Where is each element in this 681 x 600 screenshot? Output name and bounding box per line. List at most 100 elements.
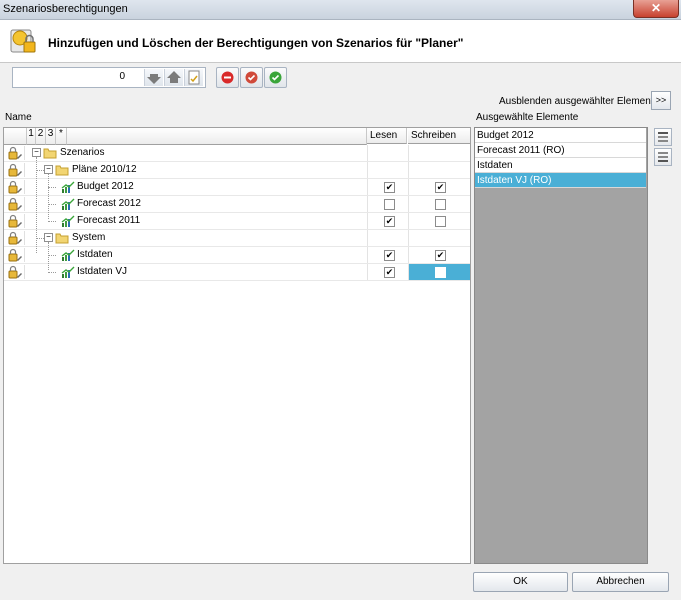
tree-row[interactable]: Istdaten ✔ ✔ — [4, 247, 470, 264]
write-cell[interactable] — [408, 145, 470, 161]
cancel-button[interactable]: Abbrechen — [572, 572, 669, 592]
tree-item-label: Forecast 2011 — [77, 215, 141, 226]
move-item-up-button[interactable] — [654, 128, 672, 146]
level-spinner[interactable]: 0 — [12, 67, 206, 88]
selected-element-item[interactable]: Budget 2012 — [475, 128, 646, 143]
selected-element-item[interactable]: Forecast 2011 (RO) — [475, 143, 646, 158]
lock-edit-icon[interactable] — [6, 248, 25, 262]
hide-selected-label: Ausblenden ausgewählter Elemente — [499, 96, 660, 107]
write-checkbox[interactable]: ✔ — [435, 182, 446, 193]
read-cell[interactable]: ✔ — [367, 264, 408, 280]
write-cell[interactable]: ✔ — [408, 179, 470, 195]
read-checkbox[interactable]: ✔ — [384, 250, 395, 261]
collapse-toggle[interactable]: − — [32, 148, 41, 157]
apply-button[interactable] — [264, 67, 287, 88]
write-checkbox[interactable]: ✔ — [435, 250, 446, 261]
read-cell[interactable] — [367, 145, 408, 161]
tree-row[interactable]: − System — [4, 230, 470, 247]
folder-icon — [55, 165, 69, 176]
lock-edit-icon[interactable] — [6, 146, 25, 160]
document-icon — [188, 70, 200, 85]
read-column-header[interactable]: Lesen — [367, 128, 407, 144]
tree-line — [48, 242, 49, 270]
read-cell[interactable] — [367, 162, 408, 178]
lock-edit-icon[interactable] — [6, 163, 25, 177]
move-item-down-button[interactable] — [654, 148, 672, 166]
selected-elements-label: Ausgewählte Elemente — [476, 112, 579, 123]
window-title: Szenariosberechtigungen — [3, 3, 128, 15]
list-up-icon — [658, 132, 668, 142]
scenario-chart-icon — [61, 215, 75, 227]
write-checkbox[interactable] — [435, 216, 446, 227]
write-cell[interactable] — [408, 162, 470, 178]
tree-connector — [48, 187, 56, 188]
read-checkbox[interactable]: ✔ — [384, 216, 395, 227]
read-cell[interactable] — [367, 196, 408, 212]
selected-element-item[interactable]: Istdaten VJ (RO) — [475, 173, 646, 188]
tree-row[interactable]: − Szenarios — [4, 145, 470, 162]
arrow-up-icon — [167, 71, 181, 83]
level-3-button[interactable]: 3 — [46, 128, 56, 145]
collapse-toggle[interactable]: − — [44, 165, 53, 174]
write-checkbox[interactable] — [435, 199, 446, 210]
list-down-icon — [658, 152, 668, 162]
lock-edit-icon[interactable] — [6, 180, 25, 194]
lock-edit-icon[interactable] — [6, 265, 25, 279]
level-1-button[interactable]: 1 — [27, 128, 36, 145]
lock-edit-icon[interactable] — [6, 231, 25, 245]
scenario-chart-icon — [61, 181, 75, 193]
tree-connector — [48, 221, 56, 222]
tree-item-label: Pläne 2010/12 — [72, 164, 137, 175]
tree-line — [36, 157, 37, 253]
write-cell[interactable] — [408, 196, 470, 212]
tree-item-label: Forecast 2012 — [77, 198, 141, 209]
read-cell[interactable] — [367, 230, 408, 246]
read-checkbox[interactable]: ✔ — [384, 267, 395, 278]
ok-button[interactable]: OK — [473, 572, 568, 592]
read-cell[interactable]: ✔ — [367, 213, 408, 229]
level-all-button[interactable]: * — [56, 128, 67, 145]
clear-button[interactable] — [216, 67, 239, 88]
move-up-button[interactable] — [164, 69, 183, 86]
tree-row[interactable]: Istdaten VJ ✔ — [4, 264, 470, 281]
read-checkbox[interactable]: ✔ — [384, 182, 395, 193]
selected-elements-list[interactable]: Budget 2012 Forecast 2011 (RO) Istdaten Ist… — [474, 127, 648, 564]
read-checkbox[interactable] — [384, 199, 395, 210]
tree-connector — [48, 255, 56, 256]
title-bar: Szenariosberechtigungen — [0, 0, 681, 20]
close-button[interactable]: ✕ — [633, 0, 679, 18]
tree-connector — [48, 272, 56, 273]
document-button[interactable] — [184, 69, 203, 86]
read-cell[interactable]: ✔ — [367, 179, 408, 195]
dialog-header: Hinzufügen und Löschen der Berechtigunge… — [0, 20, 681, 63]
move-down-button[interactable] — [144, 69, 163, 86]
write-cell[interactable]: ✔ — [408, 247, 470, 263]
tree-item-label: Budget 2012 — [77, 181, 134, 192]
write-cell[interactable] — [408, 230, 470, 246]
tree-connector — [48, 204, 56, 205]
tree-row[interactable]: − Pläne 2010/12 — [4, 162, 470, 179]
write-checkbox[interactable] — [435, 267, 446, 278]
read-cell[interactable]: ✔ — [367, 247, 408, 263]
spinner-value: 0 — [119, 71, 125, 82]
reset-button[interactable] — [240, 67, 263, 88]
cancel-circle-icon — [221, 71, 234, 84]
hide-selected-button[interactable]: >> — [651, 91, 671, 110]
tree-item-label: System — [72, 232, 106, 243]
collapse-toggle[interactable]: − — [44, 233, 53, 242]
write-cell[interactable] — [408, 264, 470, 280]
tree-row[interactable]: Forecast 2011 ✔ — [4, 213, 470, 230]
grid-corner-header — [4, 128, 27, 145]
write-cell[interactable] — [408, 213, 470, 229]
write-column-header[interactable]: Schreiben — [408, 128, 470, 144]
lock-edit-icon[interactable] — [6, 214, 25, 228]
arrow-down-icon — [147, 74, 161, 84]
lock-edit-icon[interactable] — [6, 197, 25, 211]
permissions-grid[interactable]: 1 2 3 * Lesen Schreiben − Szenarios − Pläne… — [3, 127, 471, 564]
level-2-button[interactable]: 2 — [36, 128, 46, 145]
folder-icon — [55, 233, 69, 244]
tree-item-label: Szenarios — [60, 147, 105, 158]
tree-row[interactable]: Forecast 2012 — [4, 196, 470, 213]
tree-row[interactable]: Budget 2012 ✔ ✔ — [4, 179, 470, 196]
selected-element-item[interactable]: Istdaten — [475, 158, 646, 173]
